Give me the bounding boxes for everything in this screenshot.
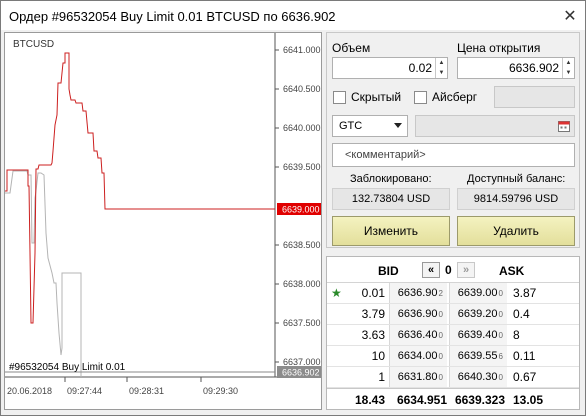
- current-price-tag-label: 6639.000: [282, 205, 320, 215]
- order-book: BID « 0 » ASK ★ 0.01 6636.90 2 6639.00 0 3…: [326, 256, 580, 410]
- ask-price: 6639.20 0: [449, 304, 507, 324]
- window-title: Ордер #96532054 Buy Limit 0.01 BTCUSD по…: [9, 9, 336, 24]
- hidden-checkbox[interactable]: [333, 91, 346, 104]
- price-chart: 6641.000 6640.500 6640.000 6639.500 6638…: [4, 32, 322, 410]
- iceberg-checkbox[interactable]: [414, 91, 427, 104]
- open-price-label: Цена открытия: [457, 41, 541, 55]
- ask-volume: 3.87: [513, 286, 537, 300]
- spin-up-icon[interactable]: ▲: [439, 58, 445, 68]
- bid-volume: 3.79: [361, 307, 385, 321]
- blocked-value: 132.73804 USD: [332, 188, 450, 210]
- close-icon[interactable]: ✕: [555, 1, 585, 31]
- available-label: Доступный баланс:: [467, 173, 566, 185]
- chevron-down-icon: [394, 123, 402, 128]
- bid-volume: 3.63: [361, 328, 385, 342]
- total-ask-volume: 13.05: [513, 392, 544, 407]
- y-tick-label: 6638.000: [283, 279, 321, 289]
- title-bar: Ордер #96532054 Buy Limit 0.01 BTCUSD по…: [0, 0, 586, 30]
- book-row[interactable]: ★ 0.01 6636.90 2 6639.00 0 3.87: [327, 283, 579, 304]
- open-price-value: 6636.902: [508, 61, 559, 75]
- open-price-stepper[interactable]: ▲ ▼: [562, 58, 574, 78]
- bid-volume: 1: [378, 370, 385, 384]
- delete-button[interactable]: Удалить: [457, 216, 575, 246]
- x-tick-label: 09:27:44: [67, 386, 102, 396]
- bid-volume: 10: [371, 349, 385, 363]
- ask-volume: 8: [513, 328, 520, 342]
- spin-down-icon[interactable]: ▼: [439, 68, 445, 78]
- depth-value: 0: [445, 263, 452, 277]
- book-row[interactable]: 3.63 6636.40 0 6639.40 0 8: [327, 325, 579, 346]
- y-tick-label: 6637.500: [283, 318, 321, 328]
- hidden-label: Скрытый: [351, 90, 402, 104]
- y-tick-label: 6637.000: [283, 357, 321, 367]
- ask-price: 6640.30 0: [449, 367, 507, 387]
- order-label: #96532054 Buy Limit 0.01: [9, 362, 126, 373]
- ask-volume: 0.11: [513, 349, 536, 363]
- total-bid-price: 6634.951: [396, 392, 447, 407]
- blocked-label: Заблокировано:: [350, 173, 432, 185]
- y-tick-label: 6640.000: [283, 123, 321, 133]
- total-ask-price: 6639.323: [454, 392, 505, 407]
- chart-symbol: BTCUSD: [13, 39, 55, 50]
- expiry-date-field: [415, 115, 575, 137]
- y-tick-label: 6638.500: [283, 240, 321, 250]
- order-book-totals: 18.43 6634.951 6639.323 13.05: [327, 388, 579, 409]
- total-bid-volume: 18.43: [354, 392, 385, 407]
- spin-up-icon[interactable]: ▲: [566, 58, 572, 68]
- depth-increase-button[interactable]: »: [457, 262, 475, 278]
- ask-header: ASK: [499, 264, 525, 278]
- order-form-panel: Объем Цена открытия 0.02 ▲ ▼ 6636.902 ▲ ▼ …: [326, 32, 580, 248]
- bid-price: 6636.90 0: [389, 304, 447, 324]
- available-value: 9814.59796 USD: [457, 188, 575, 210]
- bid-price: 6631.80 0: [389, 367, 447, 387]
- spin-down-icon[interactable]: ▼: [566, 68, 572, 78]
- comment-input[interactable]: <комментарий>: [332, 143, 575, 167]
- volume-label: Объем: [332, 41, 371, 55]
- y-tick-label: 6639.500: [283, 162, 321, 172]
- x-tick-label: 09:29:30: [203, 386, 238, 396]
- price-series-line: [5, 52, 275, 324]
- bid-price: 6636.40 0: [389, 325, 447, 345]
- star-icon: ★: [331, 286, 342, 300]
- iceberg-label: Айсберг: [432, 90, 478, 104]
- ask-volume: 0.4: [513, 307, 530, 321]
- ask-price: 6639.55 6: [449, 346, 507, 366]
- ask-price: 6639.40 0: [449, 325, 507, 345]
- book-row[interactable]: 3.79 6636.90 0 6639.20 0 0.4: [327, 304, 579, 325]
- x-tick-label: 20.06.2018: [7, 386, 52, 396]
- bid-volume: 0.01: [361, 286, 385, 300]
- order-book-header: BID « 0 » ASK: [327, 257, 579, 283]
- bid-header: BID: [378, 264, 399, 278]
- calendar-icon[interactable]: [558, 120, 570, 132]
- chart-svg: 6641.000 6640.500 6640.000 6639.500 6638…: [5, 33, 321, 396]
- volume-input[interactable]: 0.02 ▲ ▼: [332, 57, 448, 79]
- ask-price: 6639.00 0: [449, 283, 507, 303]
- open-price-input[interactable]: 6636.902 ▲ ▼: [457, 57, 575, 79]
- modify-button[interactable]: Изменить: [332, 216, 450, 246]
- depth-decrease-button[interactable]: «: [422, 262, 440, 278]
- book-row[interactable]: 1 6631.80 0 6640.30 0 0.67: [327, 367, 579, 388]
- volume-value: 0.02: [408, 61, 432, 75]
- expiry-value: GTC: [339, 120, 363, 132]
- book-row[interactable]: 10 6634.00 0 6639.55 6 0.11: [327, 346, 579, 367]
- bid-price: 6636.90 2: [389, 283, 447, 303]
- order-price-tag-label: 6636.902: [282, 368, 320, 378]
- expiry-select[interactable]: GTC: [332, 115, 408, 137]
- x-tick-label: 09:28:31: [129, 386, 164, 396]
- y-tick-label: 6641.000: [283, 45, 321, 55]
- ask-volume: 0.67: [513, 370, 537, 384]
- volume-stepper[interactable]: ▲ ▼: [435, 58, 447, 78]
- iceberg-field: [494, 86, 575, 108]
- bid-price: 6634.00 0: [389, 346, 447, 366]
- y-tick-label: 6640.500: [283, 84, 321, 94]
- x-tick-marks: [64, 377, 202, 382]
- shadow-series-line: [5, 170, 82, 377]
